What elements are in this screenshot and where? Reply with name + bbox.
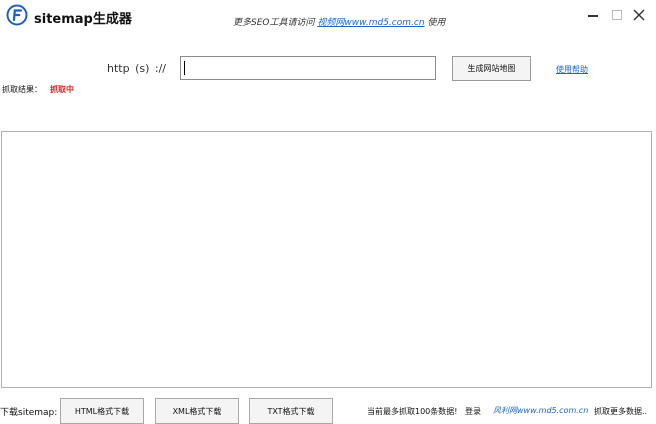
promo-prefix: 更多SEO工具请访问 [233, 18, 315, 28]
app-logo-icon [6, 4, 28, 26]
txt-download-button[interactable]: TXT格式下载 [249, 398, 333, 424]
generate-sitemap-button[interactable]: 生成网站地图 [452, 56, 531, 81]
minimize-button[interactable] [584, 6, 602, 24]
result-label: 抓取结果： [2, 85, 42, 94]
html-download-button[interactable]: HTML格式下载 [60, 398, 144, 424]
limit-notice: 当前最多抓取100条数据! [367, 407, 458, 416]
login-link[interactable]: 登录 [465, 406, 481, 417]
url-input[interactable] [180, 56, 436, 80]
help-link[interactable]: 使用帮助 [556, 64, 588, 75]
promo-link[interactable]: 视频网www.md5.com.cn [317, 18, 424, 28]
minimize-icon [588, 15, 598, 17]
more-data-link[interactable]: 抓取更多数据.. [594, 406, 647, 417]
result-status: 抓取中 [50, 85, 74, 94]
xml-download-button[interactable]: XML格式下载 [155, 398, 239, 424]
promo-text: 更多SEO工具请访问 视频网www.md5.com.cn 使用 [233, 15, 445, 28]
maximize-icon [612, 10, 622, 20]
download-label: 下载sitemap: [0, 408, 58, 418]
promo-suffix: 使用 [427, 18, 446, 28]
result-list-area[interactable] [1, 131, 652, 388]
close-button[interactable] [630, 6, 648, 24]
maximize-button[interactable] [608, 6, 626, 24]
close-icon [633, 9, 645, 21]
url-protocol-label: http (s) :// [107, 62, 167, 75]
site-link[interactable]: 风利网www.md5.com.cn [493, 405, 588, 416]
text-caret [184, 61, 185, 75]
app-title: sitemap生成器 [34, 12, 132, 27]
